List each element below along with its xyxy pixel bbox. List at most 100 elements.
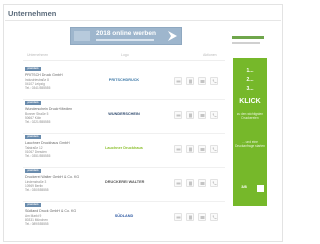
premium-badge: premium	[25, 67, 41, 71]
print-button[interactable]	[174, 179, 182, 187]
ad-step-3: 3...	[246, 86, 254, 92]
document-icon	[189, 215, 192, 220]
phone-button[interactable]	[210, 77, 218, 85]
phone-icon	[212, 215, 217, 220]
phone-button[interactable]	[210, 179, 218, 187]
banner-graphic	[74, 31, 90, 41]
print-button[interactable]	[174, 145, 182, 153]
banner-subline	[96, 39, 154, 41]
company-name[interactable]: Druckerei Walter GmbH & Co. KG	[25, 175, 79, 179]
title-divider	[5, 20, 281, 21]
phone-button[interactable]	[210, 111, 218, 119]
row-actions	[174, 213, 220, 221]
promo-banner[interactable]: 2018 online werben	[70, 27, 182, 45]
print-icon	[176, 216, 181, 219]
document-icon	[189, 181, 192, 186]
row-actions	[174, 145, 220, 153]
company-phone: Tel.: 0341/555555	[25, 86, 51, 90]
premium-badge: premium	[25, 203, 41, 207]
company-name[interactable]: Wunderschein Druck+Medien	[25, 107, 72, 111]
company-logo-text: PRITSCHDRUCK	[108, 78, 140, 82]
header-logo: Logo	[121, 53, 129, 57]
print-icon	[176, 114, 181, 117]
mail-icon	[200, 114, 205, 117]
premium-badge: premium	[25, 101, 41, 105]
mail-button[interactable]	[198, 111, 206, 119]
row-divider	[23, 167, 225, 168]
company-logo[interactable]: PRITSCHDRUCK	[105, 75, 143, 87]
row-actions	[174, 77, 220, 85]
document-button[interactable]	[186, 77, 194, 85]
document-button[interactable]	[186, 179, 194, 187]
header-company: Unternehmen	[27, 53, 49, 57]
company-logo[interactable]: SÜDLAND	[105, 211, 143, 223]
company-logo[interactable]: DRUCKEREI WALTER	[105, 177, 145, 189]
ad-headline: KLICK	[239, 98, 261, 105]
phone-button[interactable]	[210, 145, 218, 153]
row-divider	[23, 133, 225, 134]
arrow-icon	[168, 31, 177, 41]
print-icon	[176, 80, 181, 83]
company-logo[interactable]: WUNDERSCHEIN	[105, 109, 143, 121]
mail-icon	[200, 182, 205, 185]
row-actions	[174, 179, 220, 187]
company-name[interactable]: Südland Druck GmbH & Co. KG	[25, 209, 76, 213]
company-logo-text: WUNDERSCHEIN	[108, 112, 140, 116]
ad-body-1: zu den wichtigsten Druckereien	[236, 112, 264, 120]
row-divider	[23, 99, 225, 100]
ad-step-1: 1...	[246, 68, 254, 74]
document-icon	[189, 79, 192, 84]
print-button[interactable]	[174, 213, 182, 221]
phone-icon	[212, 79, 217, 84]
mail-button[interactable]	[198, 179, 206, 187]
table-row[interactable]: premium Wunderschein Druck+Medien Bonner…	[23, 101, 225, 134]
document-icon	[189, 147, 192, 152]
mail-button[interactable]	[198, 77, 206, 85]
company-name[interactable]: PRITSCH Druck GmbH	[25, 73, 63, 77]
table-row[interactable]: premium PRITSCH Druck GmbH Industriestra…	[23, 67, 225, 100]
table-header: Unternehmen Logo Aktionen	[25, 53, 225, 59]
sponsor-logo-bar	[232, 36, 264, 39]
page: Unternehmen 2018 online werben Unternehm…	[0, 0, 286, 244]
mail-button[interactable]	[198, 213, 206, 221]
phone-button[interactable]	[210, 213, 218, 221]
company-logo-text: DRUCKEREI WALTER	[105, 180, 145, 184]
header-actions: Aktionen	[203, 53, 217, 57]
company-logo-text: SÜDLAND	[114, 214, 134, 218]
phone-icon	[212, 181, 217, 186]
mail-icon	[200, 216, 205, 219]
document-icon	[189, 113, 192, 118]
sponsor-logo-top[interactable]	[232, 31, 264, 47]
ad-step-2: 2...	[246, 77, 254, 83]
company-phone: Tel.: 0351/555555	[25, 154, 51, 158]
mail-icon	[200, 80, 205, 83]
row-divider	[23, 201, 225, 202]
sponsor-logo-line	[232, 42, 260, 44]
print-icon	[176, 182, 181, 185]
mail-button[interactable]	[198, 145, 206, 153]
table-row[interactable]: premium Südland Druck GmbH & Co. KG Am M…	[23, 203, 225, 236]
phone-icon	[212, 147, 217, 152]
company-phone: Tel.: 089/555555	[25, 222, 49, 226]
premium-badge: premium	[25, 135, 41, 139]
page-title: Unternehmen	[8, 9, 57, 18]
document-button[interactable]	[186, 111, 194, 119]
company-phone: Tel.: 0221/555555	[25, 120, 51, 124]
table-row[interactable]: premium Druckerei Walter GmbH & Co. KG L…	[23, 169, 225, 202]
print-icon	[176, 148, 181, 151]
side-advertisement[interactable]: 1... 2... 3... KLICK zu den wichtigsten …	[233, 58, 267, 206]
company-logo-text: Lauchner Druckhaus	[105, 146, 143, 150]
table-row[interactable]: premium Lauchner Druckhaus GmbH Talstraß…	[23, 135, 225, 168]
company-phone: Tel.: 030/555555	[25, 188, 49, 192]
company-logo[interactable]: Lauchner Druckhaus	[105, 143, 143, 155]
ad-counter: 3/8	[241, 184, 247, 189]
premium-badge: premium	[25, 169, 41, 173]
phone-icon	[212, 113, 217, 118]
company-name[interactable]: Lauchner Druckhaus GmbH	[25, 141, 70, 145]
document-button[interactable]	[186, 145, 194, 153]
print-button[interactable]	[174, 111, 182, 119]
print-button[interactable]	[174, 77, 182, 85]
row-actions	[174, 111, 220, 119]
banner-text: 2018 online werben	[96, 30, 156, 37]
document-button[interactable]	[186, 213, 194, 221]
